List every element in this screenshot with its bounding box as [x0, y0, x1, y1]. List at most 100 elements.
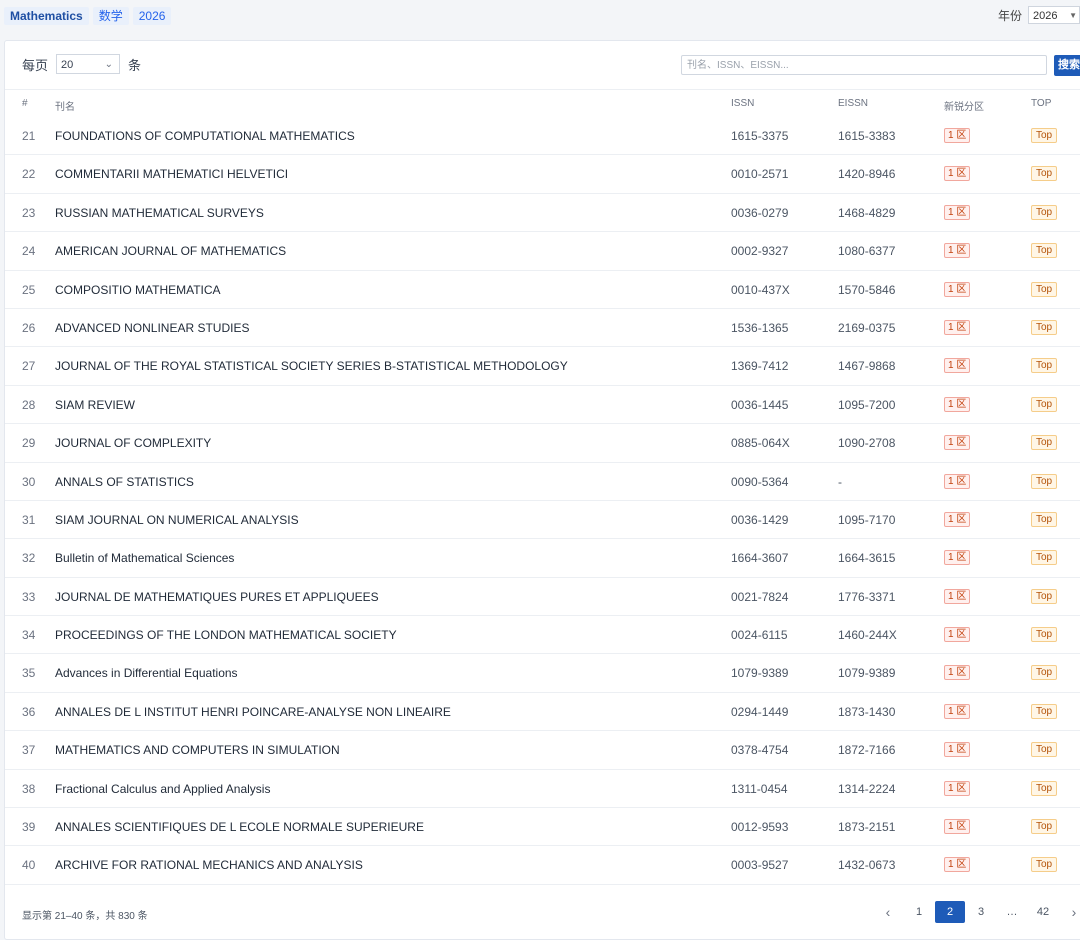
page-3[interactable]: 3	[966, 901, 996, 923]
table-row[interactable]: 40 ARCHIVE FOR RATIONAL MECHANICS AND ANA…	[5, 846, 1080, 885]
journal-name[interactable]: SIAM REVIEW	[55, 398, 135, 412]
table-row[interactable]: 24 AMERICAN JOURNAL OF MATHEMATICS 0002-93…	[5, 232, 1080, 271]
zone-badge: 1 区	[944, 665, 971, 681]
zone-badge: 1 区	[944, 588, 971, 604]
table-row[interactable]: 39 ANNALES SCIENTIFIQUES DE L ECOLE NORMA…	[5, 808, 1080, 847]
issn: 1615-3375	[731, 129, 789, 143]
col-num-header: #	[22, 98, 28, 109]
top-badge: Top	[1031, 473, 1058, 489]
row-num: 30	[22, 474, 36, 489]
eissn: 1095-7200	[838, 397, 896, 412]
top-badge: Top	[1031, 281, 1058, 297]
page-1[interactable]: 1	[904, 901, 934, 923]
eissn: 1468-4829	[838, 205, 896, 220]
zone-badge: 1 区	[944, 511, 971, 527]
table-row[interactable]: 25 COMPOSITIO MATHEMATICA 0010-437X 1570-58…	[5, 271, 1080, 309]
zone-badge: 1 区	[944, 435, 971, 451]
zone-badge: 1 区	[944, 319, 971, 335]
table-header: # 刊名 ISSN EISSN 新锐分区 TOP	[5, 91, 1080, 117]
issn: 1079-9389	[731, 666, 789, 681]
table-row[interactable]: 30 ANNALS OF STATISTICS 0090-5364 - 1 区 Top	[5, 463, 1080, 501]
prev-page-icon[interactable]: ‹	[873, 901, 903, 923]
journal-name[interactable]: JOURNAL OF THE ROYAL STATISTICAL SOCIETY…	[55, 359, 568, 373]
table-row[interactable]: 38 Fractional Calculus and Applied Analys…	[5, 770, 1080, 809]
tag-year[interactable]: 2026	[132, 7, 172, 25]
table-row[interactable]: 33 JOURNAL DE MATHEMATIQUES PURES ET APPL…	[5, 578, 1080, 617]
journal-name[interactable]: ANNALES SCIENTIFIQUES DE L ECOLE NORMALE…	[55, 820, 424, 834]
journal-name[interactable]: Fractional Calculus and Applied Analysis	[55, 782, 270, 796]
top-badge: Top	[1031, 358, 1058, 374]
journal-name[interactable]: COMMENTARII MATHEMATICI HELVETICI	[55, 167, 288, 181]
issn: 1369-7412	[731, 359, 789, 374]
table-row[interactable]: 35 Advances in Differential Equations 1079…	[5, 654, 1080, 693]
journal-name[interactable]: AMERICAN JOURNAL OF MATHEMATICS	[55, 244, 286, 258]
top-badge: Top	[1031, 665, 1058, 681]
table-controls: 每页 20 ⌄ 条 搜索	[5, 41, 1080, 90]
year-label: 年份	[997, 8, 1022, 23]
top-badge: Top	[1031, 319, 1058, 335]
eissn: 2169-0375	[838, 320, 896, 335]
row-num: 40	[22, 858, 36, 873]
issn: 1311-0454	[731, 781, 788, 796]
journal-name[interactable]: PROCEEDINGS OF THE LONDON MATHEMATICAL S…	[55, 628, 397, 642]
table-row[interactable]: 32 Bulletin of Mathematical Sciences 1664-…	[5, 539, 1080, 578]
issn: 0010-2571	[731, 167, 789, 182]
top-badge: Top	[1031, 550, 1058, 566]
journal-name[interactable]: RUSSIAN MATHEMATICAL SURVEYS	[55, 206, 264, 220]
col-eissn-header: EISSN	[838, 98, 869, 109]
per-page-select[interactable]: 20 ⌄	[56, 54, 121, 74]
search-input[interactable]	[681, 55, 1047, 75]
journal-name[interactable]: COMPOSITIO MATHEMATICA	[55, 283, 221, 297]
table-row[interactable]: 37 MATHEMATICS AND COMPUTERS IN SIMULATIO…	[5, 731, 1080, 770]
top-badge: Top	[1031, 780, 1058, 796]
row-num: 21	[22, 129, 36, 143]
table-row[interactable]: 28 SIAM REVIEW 0036-1445 1095-7200 1 区 Top	[5, 386, 1080, 425]
issn: 0002-9327	[731, 244, 789, 259]
table-row[interactable]: 29 JOURNAL OF COMPLEXITY 0885-064X 1090-270…	[5, 424, 1080, 463]
year-value: 2026	[1033, 10, 1058, 22]
tag-subject-zh[interactable]: 数学	[92, 7, 129, 25]
eissn: 1090-2708	[838, 436, 896, 451]
row-num: 33	[22, 589, 36, 604]
issn: 0036-1429	[731, 512, 789, 527]
issn: 0885-064X	[731, 436, 790, 451]
table-footer: 显示第 21–40 条，共 830 条 ‹ 1 2 3 … 42 ›	[5, 888, 1080, 938]
journal-name[interactable]: ARCHIVE FOR RATIONAL MECHANICS AND ANALY…	[55, 858, 363, 872]
journal-name[interactable]: JOURNAL OF COMPLEXITY	[55, 436, 211, 450]
journal-name[interactable]: Bulletin of Mathematical Sciences	[55, 551, 234, 565]
journal-name[interactable]: Advances in Differential Equations	[55, 666, 238, 680]
top-badge: Top	[1031, 243, 1058, 259]
year-select[interactable]: 2026 ▼	[1028, 6, 1080, 24]
search-button[interactable]: 搜索	[1054, 55, 1080, 76]
table-row[interactable]: 26 ADVANCED NONLINEAR STUDIES 1536-1365 216…	[5, 309, 1080, 348]
eissn: 1080-6377	[838, 244, 896, 259]
tag-subject-en[interactable]: Mathematics	[4, 7, 89, 25]
eissn: 1615-3383	[838, 129, 896, 143]
journal-name[interactable]: JOURNAL DE MATHEMATIQUES PURES ET APPLIQ…	[55, 590, 379, 604]
table-row[interactable]: 34 PROCEEDINGS OF THE LONDON MATHEMATICAL…	[5, 616, 1080, 655]
table-row[interactable]: 22 COMMENTARII MATHEMATICI HELVETICI 0010-…	[5, 155, 1080, 194]
col-top-header: TOP	[1031, 98, 1052, 109]
eissn: 1570-5846	[838, 282, 896, 297]
chevron-down-icon: ⌄	[104, 59, 114, 70]
page-42[interactable]: 42	[1028, 901, 1058, 923]
zone-badge: 1 区	[944, 780, 971, 796]
page-2-current[interactable]: 2	[935, 901, 965, 923]
journal-name[interactable]: ANNALES DE L INSTITUT HENRI POINCARE-ANA…	[55, 705, 451, 719]
table-row[interactable]: 31 SIAM JOURNAL ON NUMERICAL ANALYSIS 0036…	[5, 501, 1080, 540]
table-row[interactable]: 21 FOUNDATIONS OF COMPUTATIONAL MATHEMATI…	[5, 117, 1080, 156]
journal-name[interactable]: SIAM JOURNAL ON NUMERICAL ANALYSIS	[55, 513, 299, 527]
journal-name[interactable]: FOUNDATIONS OF COMPUTATIONAL MATHEMATICS	[55, 129, 355, 143]
table-row[interactable]: 27 JOURNAL OF THE ROYAL STATISTICAL SOCIE…	[5, 347, 1080, 386]
per-page-unit: 条	[128, 57, 142, 73]
journal-name[interactable]: ADVANCED NONLINEAR STUDIES	[55, 321, 249, 335]
journal-name[interactable]: MATHEMATICS AND COMPUTERS IN SIMULATION	[55, 743, 340, 757]
row-num: 35	[22, 666, 36, 681]
issn: 1536-1365	[731, 320, 789, 335]
table-row[interactable]: 23 RUSSIAN MATHEMATICAL SURVEYS 0036-0279 1…	[5, 194, 1080, 233]
table-row[interactable]: 36 ANNALES DE L INSTITUT HENRI POINCARE-A…	[5, 693, 1080, 732]
next-page-icon[interactable]: ›	[1059, 901, 1080, 923]
issn: 0012-9593	[731, 820, 789, 835]
journal-name[interactable]: ANNALS OF STATISTICS	[55, 475, 194, 489]
top-badge: Top	[1031, 627, 1058, 643]
